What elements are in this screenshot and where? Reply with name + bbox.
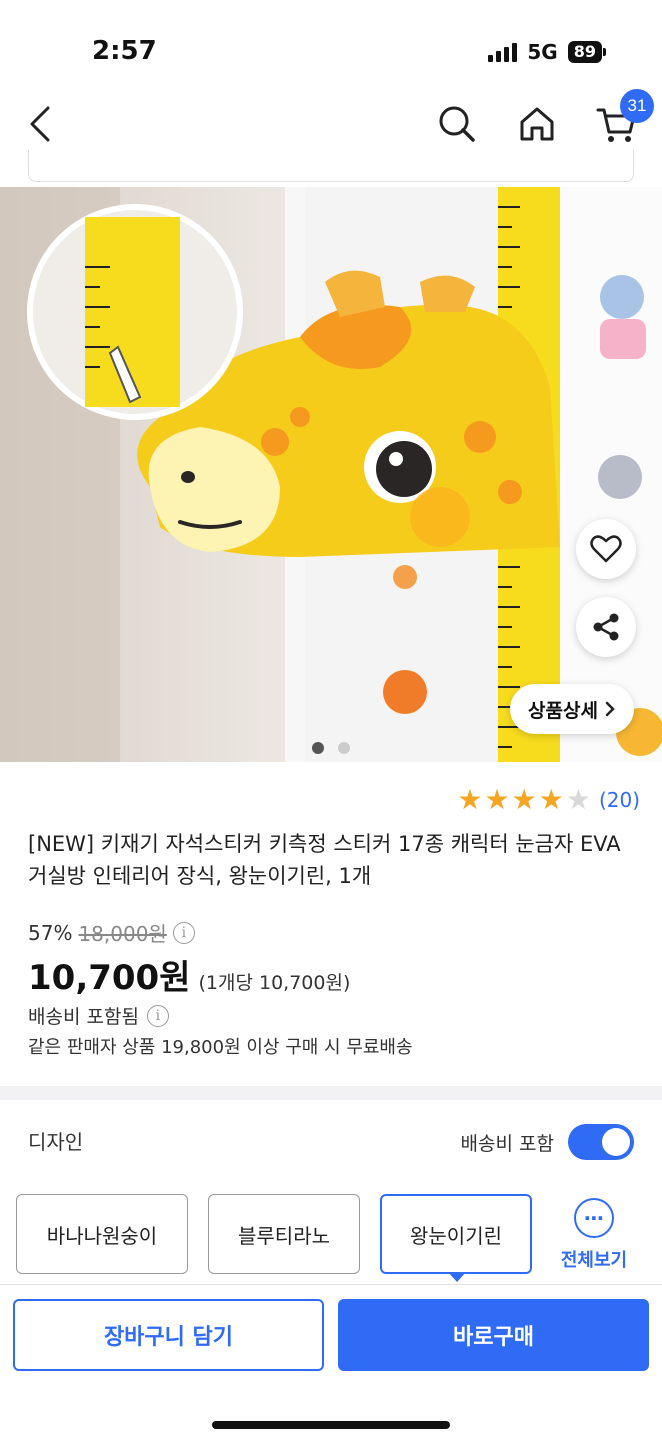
- more-icon: ⋯: [574, 1198, 614, 1238]
- heart-icon: [590, 535, 622, 563]
- cart-button[interactable]: 31: [590, 89, 654, 153]
- buy-now-button[interactable]: 바로구매: [338, 1299, 649, 1371]
- original-price: 18,000원: [78, 922, 167, 946]
- share-icon: [593, 613, 619, 641]
- view-all-options-button[interactable]: ⋯ 전체보기: [556, 1198, 632, 1272]
- shipping-info: 배송비 포함됨: [28, 1006, 139, 1028]
- sticky-info-strip: [28, 150, 634, 182]
- option-label: 디자인: [28, 1130, 84, 1154]
- chevron-right-icon: [605, 701, 615, 717]
- product-detail-label: 상품상세: [528, 699, 598, 722]
- status-time: 2:57: [92, 36, 157, 66]
- search-button[interactable]: [430, 95, 484, 153]
- toggle-knob: [602, 1128, 630, 1156]
- discount-rate: 57%: [28, 920, 73, 945]
- back-button[interactable]: [14, 95, 68, 153]
- star-icon: ★: [565, 783, 591, 816]
- info-icon[interactable]: i: [172, 921, 195, 944]
- status-indicators: 5G 89: [488, 40, 606, 64]
- rating-summary[interactable]: ★ ★ ★ ★ ★ (20): [457, 786, 640, 814]
- shipping-included-toggle[interactable]: [568, 1124, 634, 1160]
- price-row: 10,700원 (1개당 10,700원): [28, 950, 350, 999]
- star-icon: ★: [457, 783, 483, 816]
- free-shipping-note: 같은 판매자 상품 19,800원 이상 구매 시 무료배송: [28, 1037, 413, 1058]
- product-image-carousel[interactable]: 상품상세: [0, 187, 662, 762]
- home-button[interactable]: [510, 95, 564, 153]
- product-image: [0, 187, 662, 762]
- cart-count-badge: 31: [620, 89, 654, 123]
- product-detail-button[interactable]: 상품상세: [510, 684, 634, 734]
- home-icon: [520, 107, 554, 141]
- info-icon[interactable]: i: [146, 1004, 169, 1027]
- option-blue-tyranno[interactable]: 블루티라노: [208, 1194, 360, 1274]
- share-button[interactable]: [576, 597, 636, 657]
- review-count[interactable]: (20): [599, 788, 640, 812]
- carousel-indicator: [312, 742, 350, 754]
- home-indicator[interactable]: [212, 1421, 450, 1429]
- sale-price: 10,700원: [28, 958, 191, 998]
- option-big-eye-giraffe[interactable]: 왕눈이기린: [380, 1194, 532, 1274]
- wishlist-button[interactable]: [576, 519, 636, 579]
- back-icon: [30, 106, 50, 142]
- option-banana-monkey[interactable]: 바나나원숭이: [16, 1194, 188, 1274]
- section-divider: [0, 1086, 662, 1100]
- bottom-action-bar: 장바구니 담기 바로구매: [0, 1284, 662, 1440]
- signal-icon: [488, 42, 518, 62]
- battery-icon: 89: [567, 41, 606, 63]
- shipping-toggle-label: 배송비 포함: [460, 1132, 554, 1155]
- network-type: 5G: [527, 40, 558, 64]
- star-icon: ★: [484, 783, 510, 816]
- star-icon: ★: [511, 783, 537, 816]
- discount-row: 57% 18,000원 i: [28, 918, 195, 947]
- product-page: 2:57 5G 89 31 상품상세 ★ ★ ★ ★ ★ (20) [NEW] …: [0, 0, 662, 1440]
- shipping-included-toggle-row: 배송비 포함: [461, 1124, 634, 1160]
- top-nav-bar: 31: [0, 89, 662, 157]
- status-bar: 2:57 5G 89: [0, 0, 662, 95]
- carousel-dot-2[interactable]: [338, 742, 350, 754]
- view-all-label: 전체보기: [560, 1250, 628, 1271]
- carousel-dot-1[interactable]: [312, 742, 324, 754]
- battery-level: 89: [567, 41, 602, 63]
- shipping-row: 배송비 포함됨 i: [28, 1002, 169, 1029]
- add-to-cart-button[interactable]: 장바구니 담기: [13, 1299, 324, 1371]
- selected-option-caret: [448, 1272, 466, 1282]
- unit-price: (1개당 10,700원): [198, 972, 351, 994]
- star-icon: ★: [538, 783, 564, 816]
- product-title: [NEW] 키재기 자석스티커 키측정 스티커 17종 캐릭터 눈금자 EVA …: [28, 832, 621, 888]
- search-icon: [439, 106, 475, 142]
